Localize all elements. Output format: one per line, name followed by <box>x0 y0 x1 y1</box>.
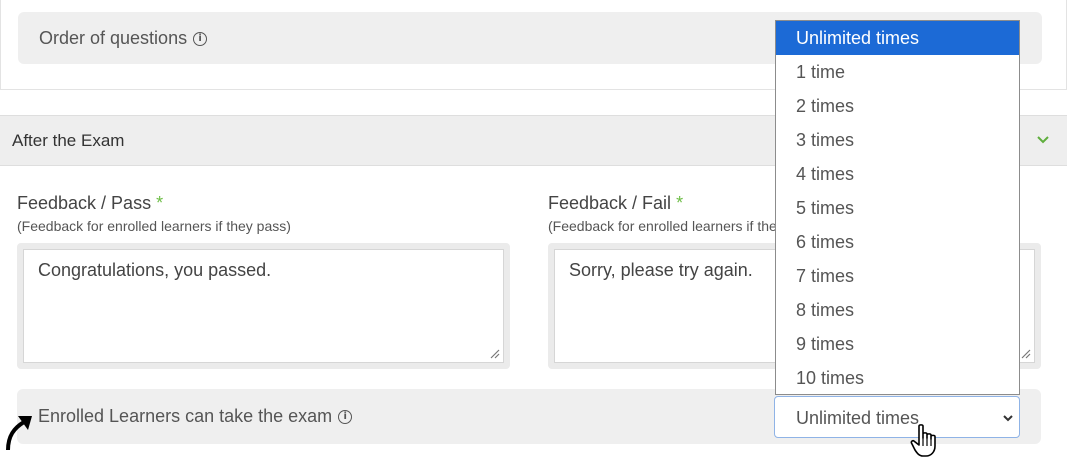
attempts-select[interactable]: Unlimited times <box>774 396 1020 438</box>
feedback-pass-textarea[interactable]: Congratulations, you passed. <box>23 249 504 363</box>
feedback-fail-value: Sorry, please try again. <box>569 260 753 280</box>
feedback-pass-value: Congratulations, you passed. <box>38 260 272 280</box>
feedback-pass-field-wrap: Congratulations, you passed. <box>17 243 510 369</box>
enrolled-learners-label: Enrolled Learners can take the exam <box>38 406 333 426</box>
attempts-select-value: Unlimited times <box>796 408 920 428</box>
feedback-fail-help: (Feedback for enrolled learners if they … <box>548 218 811 234</box>
hand-pointer-cursor-icon <box>910 424 936 457</box>
required-mark: * <box>156 193 164 213</box>
feedback-fail-label: Feedback / Fail * <box>548 193 684 213</box>
resize-grip-icon[interactable] <box>490 349 500 359</box>
dropdown-option-3[interactable]: 3 times <box>776 123 1019 157</box>
resize-arrow-cursor-icon <box>6 416 32 451</box>
feedback-pass-help: (Feedback for enrolled learners if they … <box>17 218 291 234</box>
dropdown-option-8[interactable]: 8 times <box>776 293 1019 327</box>
order-of-questions-label: Order of questions <box>39 28 188 48</box>
dropdown-option-7[interactable]: 7 times <box>776 259 1019 293</box>
chevron-down-icon[interactable] <box>1036 133 1050 147</box>
attempts-dropdown-list: Unlimited times 1 time 2 times 3 times 4… <box>775 20 1020 395</box>
dropdown-option-10[interactable]: 10 times <box>776 361 1019 394</box>
dropdown-option-2[interactable]: 2 times <box>776 89 1019 123</box>
resize-grip-icon[interactable] <box>1021 349 1031 359</box>
dropdown-option-6[interactable]: 6 times <box>776 225 1019 259</box>
dropdown-option-4[interactable]: 4 times <box>776 157 1019 191</box>
info-icon[interactable]: i <box>338 409 353 424</box>
chevron-down-icon <box>1003 415 1013 422</box>
required-mark: * <box>676 193 684 213</box>
dropdown-option-9[interactable]: 9 times <box>776 327 1019 361</box>
dropdown-option-5[interactable]: 5 times <box>776 191 1019 225</box>
feedback-pass-label: Feedback / Pass * <box>17 193 164 213</box>
dropdown-option-1[interactable]: 1 time <box>776 55 1019 89</box>
section-title: After the Exam <box>12 131 125 150</box>
info-icon[interactable]: i <box>193 31 208 46</box>
dropdown-option-unlimited[interactable]: Unlimited times <box>776 21 1019 55</box>
